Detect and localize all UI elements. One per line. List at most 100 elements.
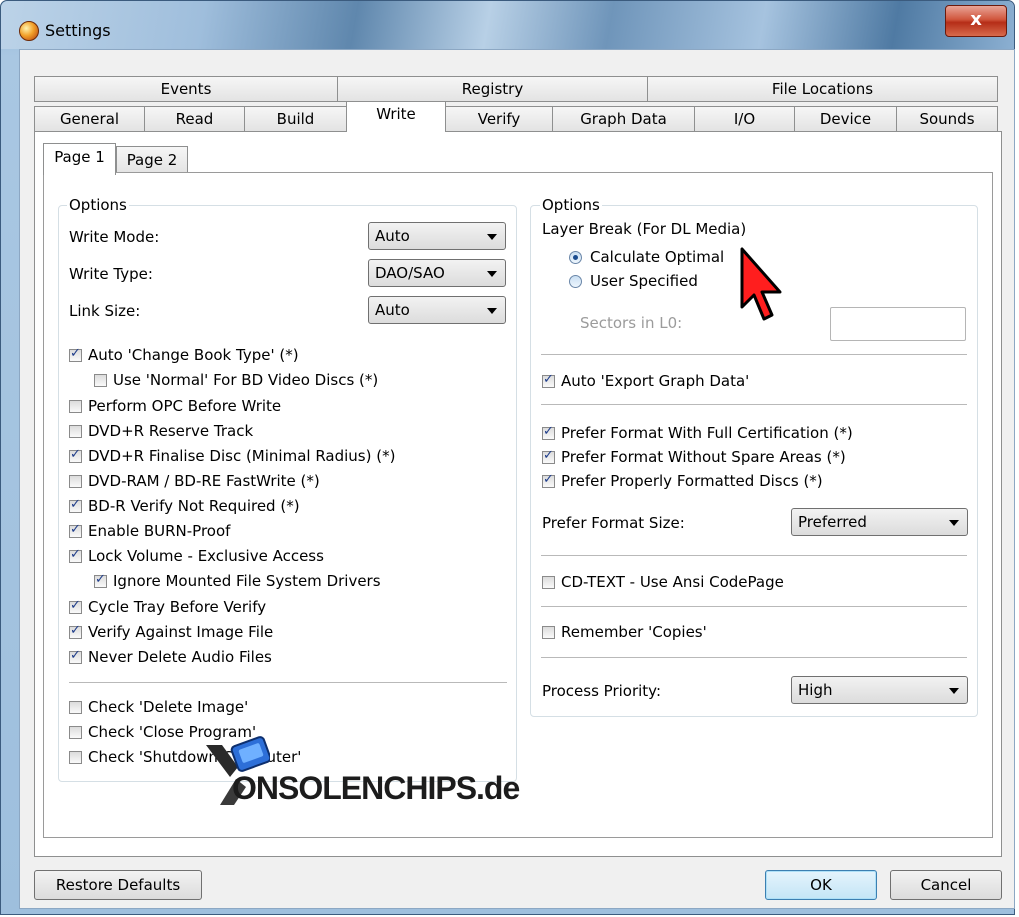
dropdown-arrow-icon bbox=[487, 234, 497, 240]
right-separator-5 bbox=[541, 657, 967, 658]
prefer-format-size-label: Prefer Format Size: bbox=[542, 514, 685, 532]
left-checkbox-9[interactable]: Ignore Mounted File System Drivers bbox=[94, 571, 381, 591]
left-checkbox-8[interactable]: Lock Volume - Exclusive Access bbox=[69, 546, 324, 566]
radio-user-label: User Specified bbox=[590, 272, 698, 290]
write-type-value: DAO/SAO bbox=[375, 264, 445, 282]
prefer-format-size-select[interactable]: Preferred bbox=[791, 508, 968, 536]
link-size-select[interactable]: Auto bbox=[368, 296, 506, 324]
title-bar[interactable]: Settings x bbox=[1, 1, 1014, 49]
left-checkbox-label: Cycle Tray Before Verify bbox=[88, 598, 267, 616]
checkbox-unchecked-icon bbox=[69, 399, 82, 413]
tab-graph-data[interactable]: Graph Data bbox=[552, 106, 695, 132]
left-checkbox-label: BD-R Verify Not Required (*) bbox=[88, 497, 300, 515]
left-checkbox-3[interactable]: DVD+R Reserve Track bbox=[69, 421, 253, 441]
tab-write[interactable]: Write bbox=[346, 101, 446, 132]
subtab-page2[interactable]: Page 2 bbox=[116, 146, 188, 174]
radio-calculate-label: Calculate Optimal bbox=[590, 248, 725, 266]
left-checkbox-label: Verify Against Image File bbox=[88, 623, 274, 641]
left-checkbox-5[interactable]: DVD-RAM / BD-RE FastWrite (*) bbox=[69, 471, 320, 491]
tab-device[interactable]: Device bbox=[794, 106, 897, 132]
checkbox-unchecked-icon bbox=[542, 625, 555, 639]
checkbox-unchecked-icon bbox=[69, 725, 82, 739]
left-checkbox-label: Perform OPC Before Write bbox=[88, 397, 282, 415]
left-checkbox-label: Check 'Delete Image' bbox=[88, 698, 249, 716]
right-separator-1 bbox=[541, 354, 967, 355]
restore-defaults-button[interactable]: Restore Defaults bbox=[34, 870, 202, 900]
layer-break-label: Layer Break (For DL Media) bbox=[542, 220, 747, 238]
window-title: Settings bbox=[45, 21, 111, 40]
left-checkbox-label: Auto 'Change Book Type' (*) bbox=[88, 346, 299, 364]
radio-selected-icon bbox=[569, 250, 582, 264]
tab-registry[interactable]: Registry bbox=[337, 76, 648, 102]
left-checkbox-label: Ignore Mounted File System Drivers bbox=[113, 572, 381, 590]
checkbox-checked-icon bbox=[542, 424, 555, 440]
dropdown-arrow-icon bbox=[949, 688, 959, 694]
checkbox-remember-copies[interactable]: Remember 'Copies' bbox=[542, 622, 707, 642]
checkbox-checked-icon bbox=[542, 372, 555, 388]
radio-user-specified[interactable]: User Specified bbox=[569, 271, 698, 291]
checkbox-checked-icon bbox=[69, 522, 82, 538]
checkbox-checked-icon bbox=[69, 346, 82, 362]
left-checkbox-6[interactable]: BD-R Verify Not Required (*) bbox=[69, 496, 300, 516]
tab-sounds[interactable]: Sounds bbox=[896, 106, 998, 132]
write-mode-value: Auto bbox=[375, 227, 410, 245]
left-checkbox-label: Enable BURN-Proof bbox=[88, 522, 231, 540]
left-checkbox-label: Never Delete Audio Files bbox=[88, 648, 272, 666]
left-checkbox-4[interactable]: DVD+R Finalise Disc (Minimal Radius) (*) bbox=[69, 446, 395, 466]
left-checkbox-7[interactable]: Enable BURN-Proof bbox=[69, 521, 230, 541]
left-checkbox-0[interactable]: Auto 'Change Book Type' (*) bbox=[69, 345, 299, 365]
tab-file-locations[interactable]: File Locations bbox=[647, 76, 998, 102]
left-checkbox-2[interactable]: Perform OPC Before Write bbox=[69, 396, 281, 416]
left-checkbox-13[interactable]: Check 'Delete Image' bbox=[69, 697, 248, 717]
checkbox-properly-formatted[interactable]: Prefer Properly Formatted Discs (*) bbox=[542, 471, 823, 491]
tab-read[interactable]: Read bbox=[144, 106, 245, 132]
prefer-format-size-value: Preferred bbox=[798, 513, 867, 531]
left-checkbox-10[interactable]: Cycle Tray Before Verify bbox=[69, 597, 266, 617]
tab-io[interactable]: I/O bbox=[694, 106, 795, 132]
watermark-text: ONSOLENCHIPS.de bbox=[232, 770, 520, 806]
cancel-button[interactable]: Cancel bbox=[890, 870, 1002, 900]
write-type-select[interactable]: DAO/SAO bbox=[368, 259, 506, 287]
close-button[interactable]: x bbox=[945, 5, 1007, 37]
checkbox-full-cert[interactable]: Prefer Format With Full Certification (*… bbox=[542, 423, 853, 443]
tab-build[interactable]: Build bbox=[244, 106, 347, 132]
export-graph-label: Auto 'Export Graph Data' bbox=[561, 372, 750, 390]
tab-verify[interactable]: Verify bbox=[445, 106, 553, 132]
dropdown-arrow-icon bbox=[487, 308, 497, 314]
radio-unselected-icon bbox=[569, 274, 582, 288]
link-size-label: Link Size: bbox=[69, 302, 141, 320]
no-spare-label: Prefer Format Without Spare Areas (*) bbox=[561, 448, 846, 466]
left-checkbox-label: DVD-RAM / BD-RE FastWrite (*) bbox=[88, 472, 320, 490]
subtab-page1[interactable]: Page 1 bbox=[43, 143, 116, 175]
left-checkbox-11[interactable]: Verify Against Image File bbox=[69, 622, 273, 642]
right-separator-3 bbox=[541, 555, 967, 556]
left-checkbox-label: Use 'Normal' For BD Video Discs (*) bbox=[113, 371, 379, 389]
tab-events[interactable]: Events bbox=[34, 76, 338, 102]
sectors-l0-input[interactable] bbox=[830, 307, 966, 341]
radio-calculate-optimal[interactable]: Calculate Optimal bbox=[569, 247, 724, 267]
left-options-group bbox=[58, 205, 517, 782]
write-type-label: Write Type: bbox=[69, 265, 153, 283]
checkbox-checked-icon bbox=[542, 472, 555, 488]
ok-button[interactable]: OK bbox=[765, 870, 877, 900]
left-checkbox-12[interactable]: Never Delete Audio Files bbox=[69, 647, 272, 667]
process-priority-select[interactable]: High bbox=[791, 676, 968, 704]
left-checkbox-label: Lock Volume - Exclusive Access bbox=[88, 547, 324, 565]
write-mode-select[interactable]: Auto bbox=[368, 222, 506, 250]
sectors-l0-label: Sectors in L0: bbox=[580, 314, 683, 332]
mouse-pointer-icon bbox=[740, 247, 782, 321]
left-checkbox-label: DVD+R Finalise Disc (Minimal Radius) (*) bbox=[88, 447, 396, 465]
checkbox-unchecked-icon bbox=[69, 474, 82, 488]
checkbox-checked-icon bbox=[69, 648, 82, 664]
left-checkbox-1[interactable]: Use 'Normal' For BD Video Discs (*) bbox=[94, 370, 378, 390]
right-separator-4 bbox=[541, 606, 967, 607]
left-checkbox-label: DVD+R Reserve Track bbox=[88, 422, 254, 440]
right-options-legend: Options bbox=[540, 196, 602, 214]
checkbox-no-spare[interactable]: Prefer Format Without Spare Areas (*) bbox=[542, 447, 846, 467]
checkbox-checked-icon bbox=[542, 448, 555, 464]
checkbox-cdtext[interactable]: CD-TEXT - Use Ansi CodePage bbox=[542, 572, 784, 592]
checkbox-checked-icon bbox=[94, 572, 107, 588]
link-size-value: Auto bbox=[375, 301, 410, 319]
checkbox-export-graph[interactable]: Auto 'Export Graph Data' bbox=[542, 371, 749, 391]
tab-general[interactable]: General bbox=[34, 106, 145, 132]
